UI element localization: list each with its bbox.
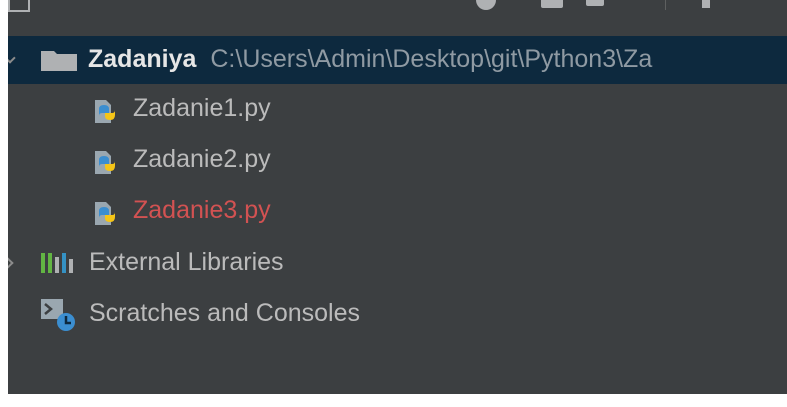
external-libraries-label: External Libraries xyxy=(89,248,284,276)
libraries-icon xyxy=(41,253,73,273)
tree-row-scratches[interactable]: Scratches and Consoles xyxy=(8,290,787,338)
python-file-icon xyxy=(95,202,115,225)
project-root-name: Zadaniya xyxy=(88,45,197,73)
file-name-error: Zadanie3.py xyxy=(133,196,271,224)
tree-row-file[interactable]: Zadanie1.py xyxy=(8,85,787,133)
collapse-all-icon[interactable] xyxy=(586,0,604,6)
settings-icon[interactable] xyxy=(702,0,710,8)
expand-all-icon[interactable] xyxy=(541,0,563,8)
toolbar-divider xyxy=(665,0,666,10)
file-name: Zadanie1.py xyxy=(133,94,271,122)
tree-row-external-libraries[interactable]: External Libraries xyxy=(8,239,787,287)
project-view-icon[interactable] xyxy=(8,0,30,12)
tree-row-root[interactable]: Zadaniya C:\Users\Admin\Desktop\git\Pytho… xyxy=(8,36,787,84)
toolbar-strip xyxy=(8,0,787,12)
python-file-icon xyxy=(95,151,115,174)
tree-row-file[interactable]: Zadanie3.py xyxy=(8,187,787,235)
scratches-icon xyxy=(41,299,75,331)
file-name: Zadanie2.py xyxy=(133,145,271,173)
folder-icon xyxy=(41,51,77,71)
locate-icon[interactable] xyxy=(476,0,496,10)
project-root-path: C:\Users\Admin\Desktop\git\Python3\Za xyxy=(210,45,653,73)
scratches-label: Scratches and Consoles xyxy=(89,299,360,327)
project-tree-panel: Zadaniya C:\Users\Admin\Desktop\git\Pytho… xyxy=(8,12,787,394)
collapse-arrow-icon[interactable] xyxy=(8,257,14,269)
tree-row-file[interactable]: Zadanie2.py xyxy=(8,136,787,184)
expand-arrow-icon[interactable] xyxy=(8,52,16,64)
python-file-icon xyxy=(95,100,115,123)
